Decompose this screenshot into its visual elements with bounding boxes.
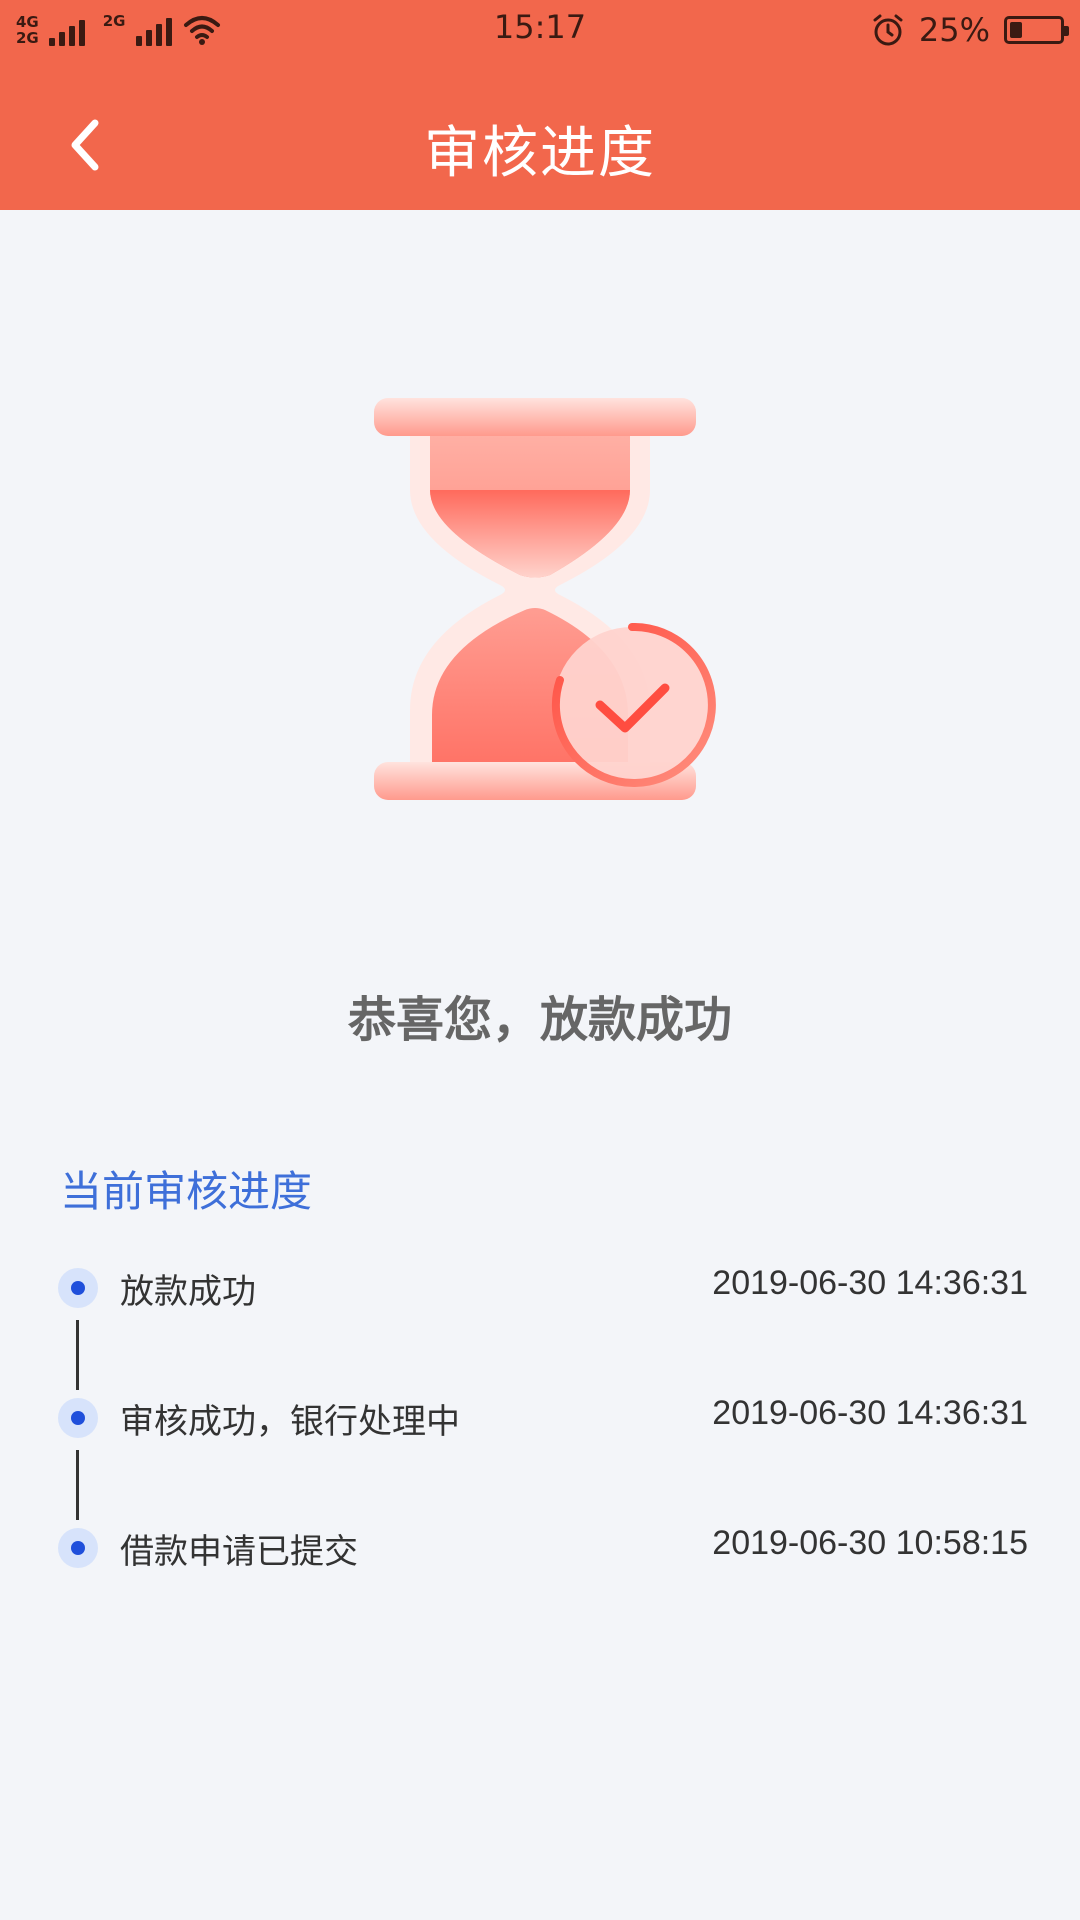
hourglass-check-icon (374, 398, 716, 800)
header: 4G 2G 2G 15:17 25% 审核进度 (0, 0, 1080, 210)
nav-bar: 审核进度 (0, 60, 1080, 210)
battery-icon (1004, 16, 1069, 44)
timeline-time: 2019-06-30 14:36:31 (712, 1394, 1028, 1432)
timeline-connector (76, 1320, 79, 1390)
timeline-dot-icon (58, 1398, 98, 1438)
timeline-time: 2019-06-30 14:36:31 (712, 1264, 1028, 1302)
alarm-icon (873, 14, 903, 46)
timeline-dot-icon (58, 1268, 98, 1308)
progress-section-title: 当前审核进度 (60, 1167, 313, 1216)
progress-timeline: 放款成功 2019-06-30 14:36:31 审核成功，银行处理中 2019… (58, 1260, 1028, 1650)
timeline-item: 放款成功 2019-06-30 14:36:31 (58, 1260, 1028, 1390)
timeline-time: 2019-06-30 10:58:15 (712, 1524, 1028, 1562)
timeline-item: 审核成功，银行处理中 2019-06-30 14:36:31 (58, 1390, 1028, 1520)
battery-percent: 25% (918, 11, 990, 49)
status-bar: 4G 2G 2G 15:17 25% (0, 0, 1080, 60)
status-right: 25% (871, 8, 1069, 52)
battery-fill (1010, 22, 1022, 38)
timeline-item: 借款申请已提交 2019-06-30 10:58:15 (58, 1520, 1028, 1650)
timeline-connector (76, 1450, 79, 1520)
page-title: 审核进度 (424, 121, 656, 186)
timeline-label: 借款申请已提交 (120, 1532, 358, 1572)
timeline-label: 审核成功，银行处理中 (120, 1402, 460, 1442)
success-message: 恭喜您，放款成功 (347, 992, 732, 1048)
timeline-label: 放款成功 (120, 1272, 256, 1312)
timeline-dot-icon (58, 1528, 98, 1568)
